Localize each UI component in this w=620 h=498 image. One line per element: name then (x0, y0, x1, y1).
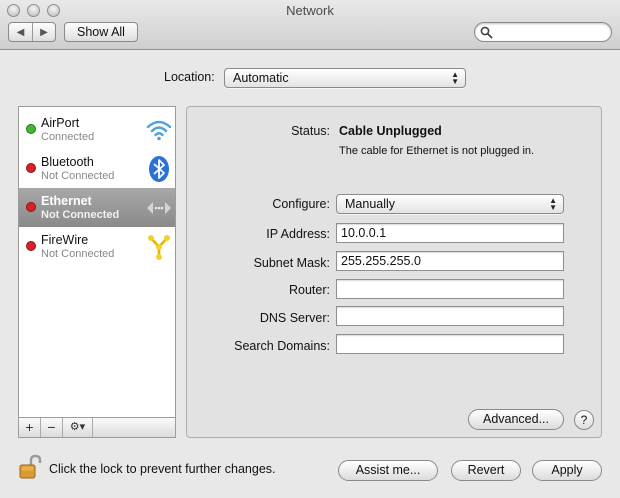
help-button[interactable]: ? (574, 410, 594, 430)
configure-label: Configure: (272, 197, 330, 211)
back-forward-control: ◀ ▶ (8, 22, 56, 42)
assist-me-button[interactable]: Assist me... (338, 460, 438, 481)
popup-arrows-icon: ▲ ▼ (549, 196, 557, 212)
action-menu-button[interactable]: ⚙▾ (63, 418, 93, 437)
search-icon (480, 26, 493, 39)
configure-popup[interactable]: Manually ▲ ▼ (336, 194, 564, 214)
service-status: Not Connected (41, 248, 115, 260)
service-name: Ethernet (41, 194, 92, 208)
lock-icon[interactable] (18, 454, 44, 480)
chevron-right-icon: ▶ (40, 26, 48, 38)
lock-message: Click the lock to prevent further change… (49, 462, 276, 476)
service-name: Bluetooth (41, 155, 94, 169)
service-list: AirPort Connected Bluetooth Not Connecte… (18, 106, 176, 418)
popup-arrows-icon: ▲ ▼ (451, 70, 459, 86)
search-domains-field[interactable] (336, 334, 564, 354)
service-status: Not Connected (41, 209, 120, 221)
router-label: Router: (289, 283, 330, 297)
search-field[interactable] (474, 22, 612, 42)
ethernet-icon (147, 202, 171, 214)
ip-address-label: IP Address: (266, 227, 330, 241)
service-status: Not Connected (41, 170, 115, 182)
forward-button[interactable]: ▶ (31, 23, 55, 41)
status-dot (26, 124, 36, 134)
service-status: Connected (41, 131, 95, 143)
status-dot (26, 163, 36, 173)
service-item-ethernet[interactable]: Ethernet Not Connected (19, 188, 175, 227)
location-value: Automatic (233, 71, 289, 85)
ip-address-field[interactable]: 10.0.0.1 (336, 223, 564, 243)
status-value: Cable Unplugged (339, 124, 442, 138)
service-list-toolbar: + − ⚙▾ (18, 418, 176, 438)
remove-service-button[interactable]: − (41, 418, 63, 437)
location-popup[interactable]: Automatic ▲ ▼ (224, 68, 466, 88)
status-description: The cable for Ethernet is not plugged in… (339, 145, 535, 157)
apply-button[interactable]: Apply (532, 460, 602, 481)
window-title: Network (286, 3, 334, 18)
service-name: AirPort (41, 116, 80, 130)
network-preferences-window: Network ◀ ▶ Show All Location: Automatic… (0, 0, 620, 498)
revert-button[interactable]: Revert (451, 460, 521, 481)
status-dot (26, 202, 36, 212)
status-dot (26, 241, 36, 251)
subnet-mask-label: Subnet Mask: (253, 256, 330, 270)
back-button[interactable]: ◀ (9, 23, 32, 41)
service-name: FireWire (41, 233, 89, 247)
title-bar: Network ◀ ▶ Show All (0, 0, 620, 50)
show-all-button[interactable]: Show All (64, 22, 138, 42)
bluetooth-icon (149, 156, 169, 182)
wifi-icon (146, 120, 172, 141)
service-item-airport[interactable]: AirPort Connected (19, 110, 175, 149)
location-label: Location: (164, 70, 215, 84)
advanced-button[interactable]: Advanced... (468, 409, 564, 430)
service-item-bluetooth[interactable]: Bluetooth Not Connected (19, 149, 175, 188)
dns-server-label: DNS Server: (259, 311, 330, 325)
status-label: Status: (291, 124, 330, 138)
service-item-firewire[interactable]: FireWire Not Connected (19, 227, 175, 266)
chevron-left-icon: ◀ (16, 26, 25, 38)
add-service-button[interactable]: + (19, 418, 41, 437)
search-domains-label: Search Domains: (234, 339, 330, 353)
configure-value: Manually (345, 197, 396, 211)
subnet-mask-field[interactable]: 255.255.255.0 (336, 251, 564, 271)
dns-server-field[interactable] (336, 306, 564, 326)
firewire-icon (148, 235, 170, 260)
router-field[interactable] (336, 279, 564, 299)
